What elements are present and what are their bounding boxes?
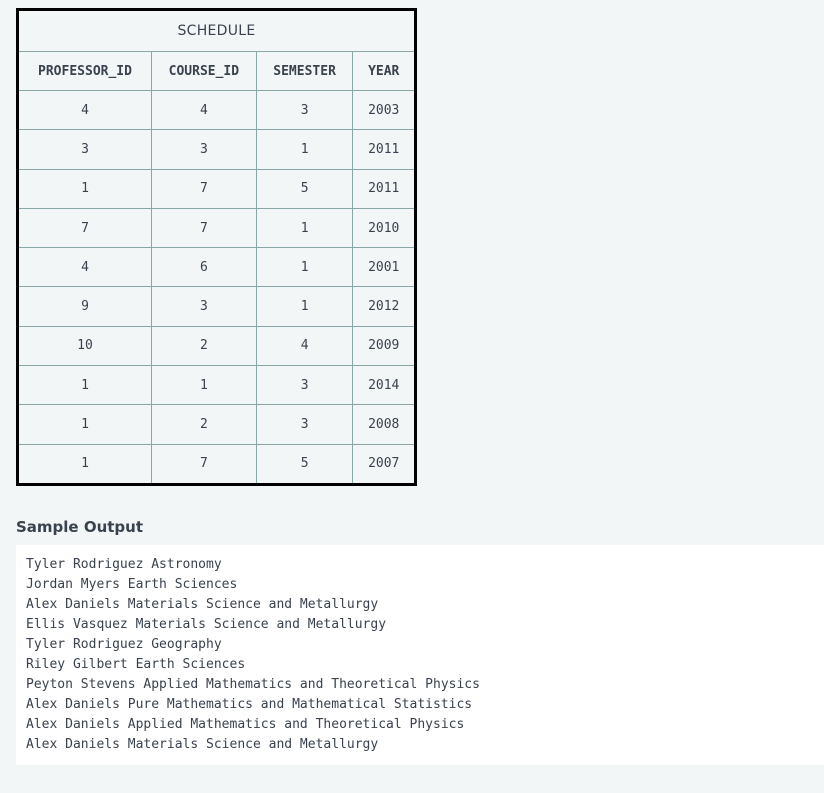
table-cell: 1 xyxy=(255,129,354,170)
table-cell: 7 xyxy=(150,443,257,486)
sample-output-block: Tyler Rodriguez Astronomy Jordan Myers E… xyxy=(16,545,824,765)
output-line: Alex Daniels Applied Mathematics and The… xyxy=(26,717,465,732)
table-row: 10 2 4 2009 xyxy=(17,325,416,367)
table-cell: 3 xyxy=(255,365,354,406)
table-cell: 1 xyxy=(255,207,354,249)
table-cell: 2001 xyxy=(352,247,416,288)
table-cell: 7 xyxy=(150,207,257,249)
output-line: Alex Daniels Materials Science and Metal… xyxy=(26,737,379,752)
table-cell: 4 xyxy=(17,247,152,288)
table-cell: 7 xyxy=(17,207,152,249)
output-line: Alex Daniels Materials Science and Metal… xyxy=(26,597,379,612)
table-cell: 1 xyxy=(17,365,152,406)
table-cell: 3 xyxy=(255,89,354,131)
column-header-professor-id: PROFESSOR_ID xyxy=(17,51,152,91)
table-cell: 1 xyxy=(150,365,257,406)
output-line: Peyton Stevens Applied Mathematics and T… xyxy=(26,677,480,692)
table-row: 9 3 1 2012 xyxy=(17,286,416,327)
output-line: Riley Gilbert Earth Sciences xyxy=(26,657,246,672)
table-cell: 4 xyxy=(255,325,354,367)
table-row: 1 2 3 2008 xyxy=(17,404,416,445)
table-row: 7 7 1 2010 xyxy=(17,207,416,249)
table-cell: 3 xyxy=(17,129,152,170)
output-line: Tyler Rodriguez Geography xyxy=(26,637,222,652)
schedule-table: SCHEDULE PROFESSOR_ID COURSE_ID SEMESTER… xyxy=(16,8,417,486)
table-cell: 10 xyxy=(17,325,152,367)
table-cell: 3 xyxy=(255,404,354,445)
table-cell: 2009 xyxy=(352,325,416,367)
table-cell: 5 xyxy=(255,443,354,486)
table-cell: 1 xyxy=(17,168,152,209)
table-cell: 4 xyxy=(150,89,257,131)
table-row: 4 4 3 2003 xyxy=(17,89,416,131)
table-cell: 2011 xyxy=(352,129,416,170)
table-header-row: PROFESSOR_ID COURSE_ID SEMESTER YEAR xyxy=(17,51,416,91)
table-cell: 2008 xyxy=(352,404,416,445)
table-title-row: SCHEDULE xyxy=(17,9,416,52)
column-header-course-id: COURSE_ID xyxy=(150,51,257,91)
table-cell: 1 xyxy=(17,404,152,445)
table-cell: 2014 xyxy=(352,365,416,406)
table-cell: 7 xyxy=(150,168,257,209)
column-header-semester: SEMESTER xyxy=(255,51,354,91)
table-row: 3 3 1 2011 xyxy=(17,129,416,170)
sample-output-heading: Sample Output xyxy=(16,518,144,536)
table-cell: 1 xyxy=(255,247,354,288)
table-cell: 2012 xyxy=(352,286,416,327)
table-row: 1 7 5 2007 xyxy=(17,443,416,486)
table-title: SCHEDULE xyxy=(17,9,416,52)
table-cell: 3 xyxy=(150,129,257,170)
table-cell: 4 xyxy=(17,89,152,131)
table-cell: 9 xyxy=(17,286,152,327)
table-cell: 3 xyxy=(150,286,257,327)
table-row: 1 1 3 2014 xyxy=(17,365,416,406)
table-cell: 2007 xyxy=(352,443,416,486)
table-cell: 5 xyxy=(255,168,354,209)
output-line: Tyler Rodriguez Astronomy xyxy=(26,557,222,572)
output-line: Ellis Vasquez Materials Science and Meta… xyxy=(26,617,387,632)
table-cell: 1 xyxy=(255,286,354,327)
table-cell: 6 xyxy=(150,247,257,288)
table-cell: 2010 xyxy=(352,207,416,249)
table-cell: 2011 xyxy=(352,168,416,209)
table-cell: 1 xyxy=(17,443,152,486)
table-cell: 2003 xyxy=(352,89,416,131)
table-row: 4 6 1 2001 xyxy=(17,247,416,288)
table-cell: 2 xyxy=(150,404,257,445)
output-line: Alex Daniels Pure Mathematics and Mathem… xyxy=(26,697,473,712)
table-cell: 2 xyxy=(150,325,257,367)
column-header-year: YEAR xyxy=(352,51,416,91)
output-line: Jordan Myers Earth Sciences xyxy=(26,577,238,592)
table-row: 1 7 5 2011 xyxy=(17,168,416,209)
